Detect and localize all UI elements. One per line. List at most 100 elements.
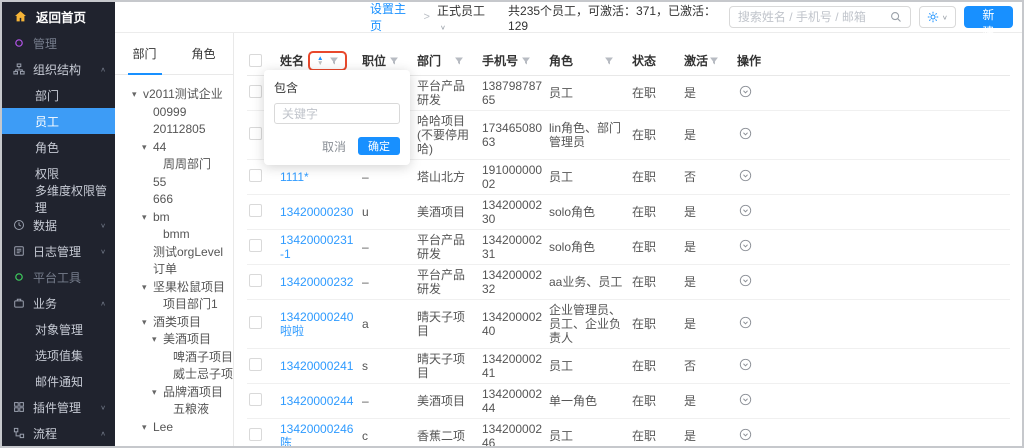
tree-node[interactable]: ▾酒类项目 [115, 314, 233, 332]
sidebar-item[interactable]: 平台工具 [2, 264, 115, 290]
caret-down-icon[interactable]: ▾ [142, 209, 153, 227]
funnel-icon[interactable] [329, 56, 339, 66]
circle-chevron-down-icon[interactable] [739, 316, 752, 329]
tree-node[interactable]: ▾Lee [115, 419, 233, 437]
sidebar-item[interactable]: 数据∨ [2, 212, 115, 238]
employee-name-link[interactable]: 13420000240啦啦 [280, 310, 353, 338]
create-button[interactable]: 新建 [964, 6, 1013, 28]
circle-chevron-down-icon[interactable] [739, 127, 752, 140]
caret-down-icon[interactable]: ▾ [142, 139, 153, 157]
tree-node-label: 酒类项目 [153, 314, 201, 332]
employee-name-link[interactable]: 13420000231-1 [280, 233, 353, 261]
circle-chevron-down-icon[interactable] [739, 358, 752, 371]
funnel-icon[interactable] [454, 56, 464, 66]
circle-chevron-down-icon[interactable] [739, 428, 752, 441]
tree-node[interactable]: 00999 [115, 104, 233, 122]
column-header: 状态 [632, 52, 684, 69]
tree-node[interactable]: 666 [115, 191, 233, 209]
row-checkbox[interactable] [249, 393, 262, 406]
filter-popup: 包含 取消 确定 [264, 70, 410, 165]
row-checkbox[interactable] [249, 169, 262, 182]
caret-down-icon[interactable]: ▾ [152, 384, 163, 402]
funnel-icon[interactable] [521, 56, 531, 66]
circle-chevron-down-icon[interactable] [739, 204, 752, 217]
sidebar-item[interactable]: 选项值集 [2, 342, 115, 368]
activated-cell: 是 [684, 394, 737, 408]
caret-down-icon[interactable]: ▾ [142, 314, 153, 332]
sidebar-item[interactable]: 流程∧ [2, 420, 115, 446]
tree-node[interactable]: ▾v2011测试企业 [115, 86, 233, 104]
employee-name-link[interactable]: 13420000246陈 [280, 422, 353, 448]
tree-node[interactable]: ▾坚果松鼠项目 [115, 279, 233, 297]
sidebar-item[interactable]: 部门 [2, 82, 115, 108]
column-header-label: 操作 [737, 52, 761, 69]
filter-keyword-input[interactable] [274, 103, 400, 124]
tree-node[interactable]: 五粮液 [115, 401, 233, 419]
filter-confirm-button[interactable]: 确定 [358, 137, 400, 155]
row-checkbox[interactable] [249, 358, 262, 371]
tree-node[interactable]: ▾44 [115, 139, 233, 157]
caret-down-icon[interactable]: ▾ [142, 279, 153, 297]
employee-name-link[interactable]: 13420000241 [280, 359, 353, 373]
select-all-checkbox[interactable] [249, 54, 262, 67]
role-cell: 企业管理员、员工、企业负责人 [549, 303, 632, 345]
row-checkbox[interactable] [249, 204, 262, 217]
sidebar-item[interactable]: 日志管理∨ [2, 238, 115, 264]
circle-chevron-down-icon[interactable] [739, 274, 752, 287]
sorter-icon[interactable]: ▲▼ [317, 56, 323, 66]
tree-node-label: 20112805 [153, 121, 206, 139]
caret-down-icon[interactable]: ▾ [142, 419, 153, 437]
tree-node[interactable]: 周周部门 [115, 156, 233, 174]
sidebar-item[interactable]: 对象管理 [2, 316, 115, 342]
tree-node[interactable]: 订单 [115, 261, 233, 279]
employee-name-link[interactable]: 1111* [280, 170, 309, 184]
tree-node[interactable]: 威士忌子项目 [115, 366, 233, 384]
tab-departments[interactable]: 部门 [115, 33, 174, 74]
row-checkbox[interactable] [249, 274, 262, 287]
sidebar-item[interactable]: 多维度权限管理 [2, 186, 115, 212]
caret-down-icon[interactable]: ▾ [132, 86, 143, 104]
sidebar-item[interactable]: 插件管理∨ [2, 394, 115, 420]
employee-name-link[interactable]: 13420000232 [280, 275, 353, 289]
breadcrumb-current[interactable]: 正式员工∨ [437, 2, 492, 33]
funnel-icon[interactable] [709, 56, 719, 66]
sidebar-item[interactable]: 角色 [2, 134, 115, 160]
sidebar-item[interactable]: 业务∧ [2, 290, 115, 316]
tree-node[interactable]: 项目部门1 [115, 296, 233, 314]
search-input[interactable] [738, 10, 884, 24]
role-cell: aa业务、员工 [549, 275, 632, 289]
tree-node[interactable]: ▾品牌酒项目 [115, 384, 233, 402]
circle-chevron-down-icon[interactable] [739, 85, 752, 98]
tree-node[interactable]: 20112805 [115, 121, 233, 139]
tree-node[interactable]: bmm [115, 226, 233, 244]
tree-node[interactable]: 测试orgLevel [115, 244, 233, 262]
employee-name-link[interactable]: 13420000230 [280, 205, 353, 219]
sidebar-item[interactable]: 邮件通知 [2, 368, 115, 394]
sidebar-item-label: 部门 [35, 87, 59, 104]
employee-name-link[interactable]: 13420000244 [280, 394, 353, 408]
row-checkbox[interactable] [249, 316, 262, 329]
tree-node[interactable]: 55 [115, 174, 233, 192]
search-icon[interactable] [890, 11, 902, 23]
sidebar-item[interactable]: 组织结构∧ [2, 56, 115, 82]
circle-chevron-down-icon[interactable] [739, 393, 752, 406]
row-checkbox[interactable] [249, 428, 262, 441]
circle-chevron-down-icon[interactable] [739, 169, 752, 182]
tree-node[interactable]: ▾美酒项目 [115, 331, 233, 349]
settings-button[interactable]: ∨ [919, 6, 956, 28]
filter-cancel-button[interactable]: 取消 [322, 138, 346, 155]
caret-down-icon[interactable]: ▾ [152, 331, 163, 349]
tree-node[interactable]: ▾bm [115, 209, 233, 227]
row-checkbox[interactable] [249, 127, 262, 140]
row-checkbox[interactable] [249, 85, 262, 98]
logo[interactable]: 返回首页 [2, 2, 115, 30]
tab-roles[interactable]: 角色 [174, 33, 233, 74]
funnel-icon[interactable] [604, 56, 614, 66]
sidebar-item[interactable]: 员工 [2, 108, 115, 134]
circle-chevron-down-icon[interactable] [739, 239, 752, 252]
row-checkbox[interactable] [249, 239, 262, 252]
sidebar-item[interactable]: 管理 [2, 30, 115, 56]
funnel-icon[interactable] [389, 56, 399, 66]
breadcrumb-home-link[interactable]: 设置主页 [370, 0, 417, 34]
tree-node[interactable]: 啤酒子项目 [115, 349, 233, 367]
